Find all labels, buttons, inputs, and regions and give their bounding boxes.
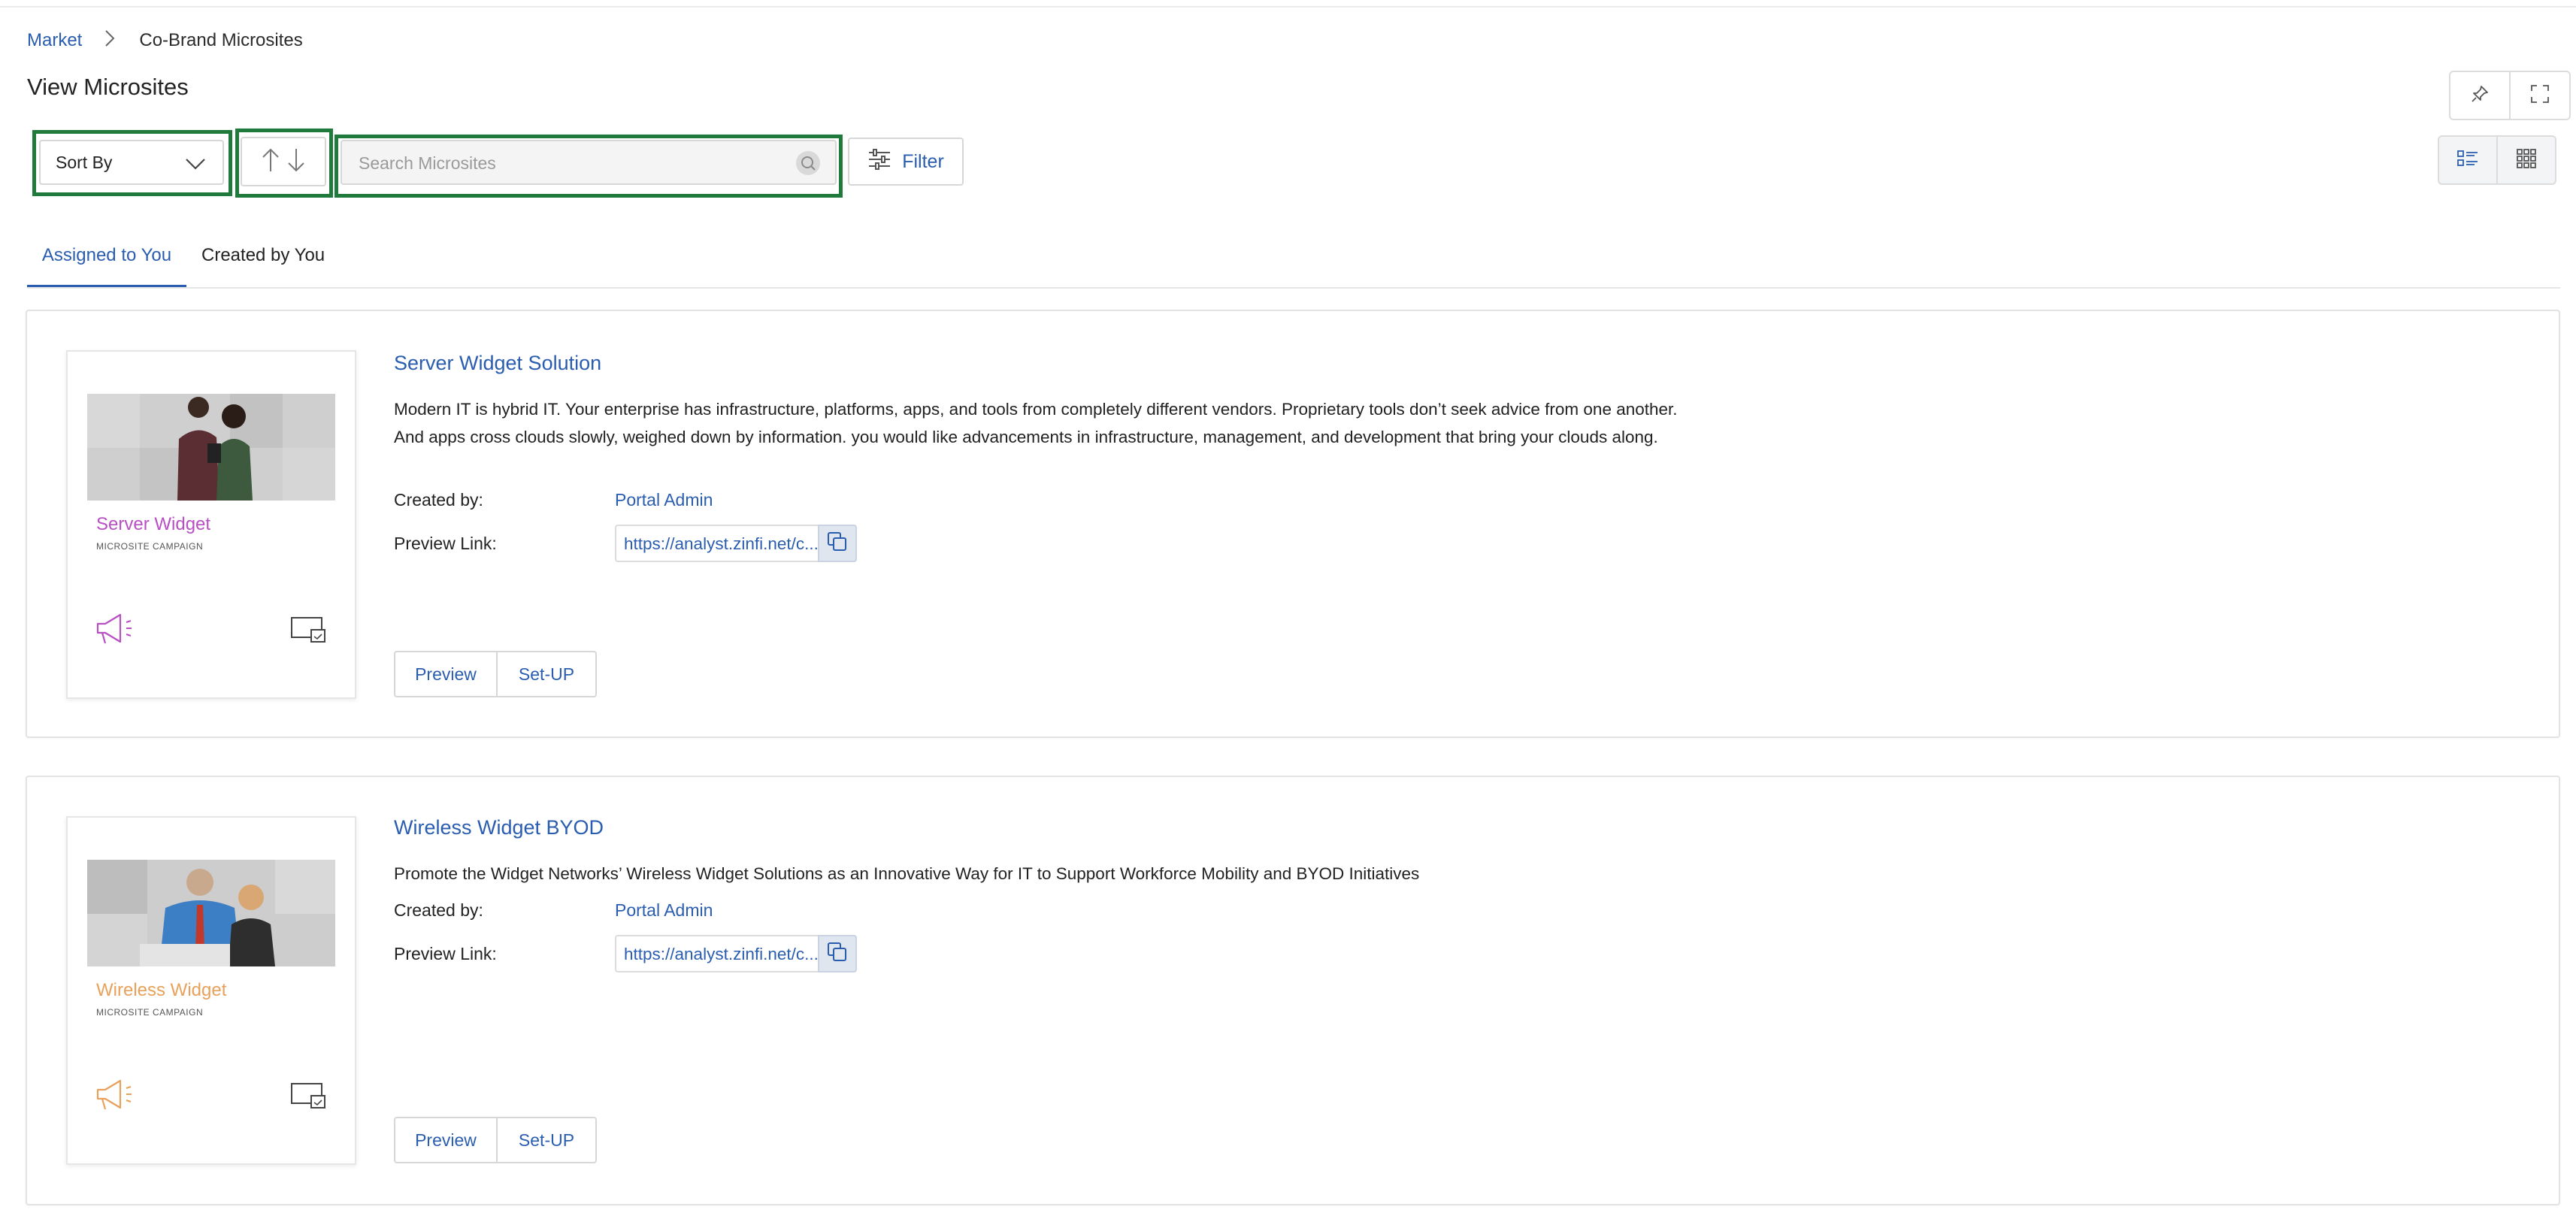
chevron-down-icon [185,155,206,175]
created-by-value[interactable]: Portal Admin [615,900,713,921]
preview-link-label: Preview Link: [394,534,497,553]
screen-icon [290,616,328,649]
preview-link-label: Preview Link: [394,944,497,963]
preview-link[interactable]: https://analyst.zinfi.net/c... [624,945,819,964]
microsite-description: Modern IT is hybrid IT. Your enterprise … [394,400,1678,446]
microsite-thumbnail[interactable]: Wireless Widget MICROSITE CAMPAIGN [66,816,356,1165]
microsite-title[interactable]: Wireless Widget BYOD [394,816,604,839]
microsite-card: Server Widget MICROSITE CAMPAIGN Server … [26,310,2560,738]
search-box [341,140,837,185]
megaphone-icon [95,1078,135,1115]
preview-link-field: https://analyst.zinfi.net/c... [615,935,857,972]
breadcrumb-current: Co-Brand Microsites [139,30,303,50]
tab-assigned-to-you[interactable]: Assigned to You [27,225,186,287]
preview-button[interactable]: Preview [395,652,496,696]
thumbnail-title: Wireless Widget [96,980,227,1000]
grid-view-button[interactable] [2496,137,2555,183]
sort-by-label: Sort By [56,152,113,172]
thumbnail-photo [87,860,335,966]
sort-direction-button[interactable] [241,137,326,186]
filter-label: Filter [902,150,944,172]
preview-button[interactable]: Preview [395,1118,496,1162]
page-tools [2449,71,2571,120]
microsite-actions: Preview Set-UP [394,651,597,697]
list-view-button[interactable] [2439,137,2496,183]
created-by-label: Created by: [394,900,483,920]
copy-link-button[interactable] [818,525,857,562]
microsite-actions: Preview Set-UP [394,1117,597,1163]
copy-link-button[interactable] [818,935,857,972]
page-title: View Microsites [27,74,189,100]
search-input[interactable] [357,141,781,185]
created-by-value[interactable]: Portal Admin [615,490,713,510]
microsite-thumbnail[interactable]: Server Widget MICROSITE CAMPAIGN [66,350,356,699]
copy-icon [827,531,848,556]
thumbnail-subtitle: MICROSITE CAMPAIGN [96,1007,204,1018]
top-divider [0,6,2576,8]
thumbnail-photo [87,394,335,501]
pin-button[interactable] [2450,72,2509,119]
preview-link[interactable]: https://analyst.zinfi.net/c... [624,534,819,554]
filter-button[interactable]: Filter [848,138,964,186]
fullscreen-icon [2530,84,2550,107]
thumbnail-title: Server Widget [96,514,211,534]
screen-icon [290,1082,328,1115]
view-switcher [2438,135,2556,185]
preview-link-field: https://analyst.zinfi.net/c... [615,525,857,562]
breadcrumb: Market Co-Brand Microsites [27,26,303,56]
fullscreen-button[interactable] [2509,72,2569,119]
pin-icon [2470,84,2490,107]
grid-view-icon [2517,148,2536,172]
microsite-card: Wireless Widget MICROSITE CAMPAIGN Wirel… [26,776,2560,1205]
megaphone-icon [95,612,135,649]
tab-created-by-you[interactable]: Created by You [201,225,325,286]
copy-icon [827,942,848,966]
search-icon[interactable] [796,151,820,175]
sort-by-dropdown[interactable]: Sort By [39,140,224,185]
setup-button[interactable]: Set-UP [496,652,595,696]
filter-sliders-icon [867,148,891,176]
chevron-right-icon [104,29,115,53]
setup-button[interactable]: Set-UP [496,1118,595,1162]
list-view-icon [2457,150,2478,171]
created-by-label: Created by: [394,490,483,510]
tab-bar: Assigned to You Created by You [27,225,2560,289]
breadcrumb-market-link[interactable]: Market [27,30,82,51]
microsite-description: Promote the Widget Networks’ Wireless Wi… [394,864,1420,883]
thumbnail-subtitle: MICROSITE CAMPAIGN [96,541,204,552]
sort-down-icon [286,147,306,177]
sort-up-icon [261,147,280,177]
microsite-title[interactable]: Server Widget Solution [394,352,601,375]
